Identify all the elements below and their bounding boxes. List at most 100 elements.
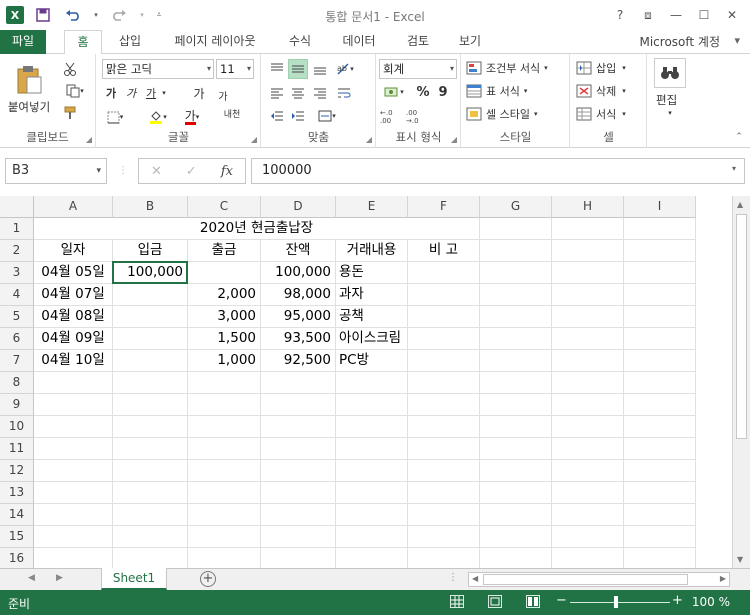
phonetic-guide-button[interactable]: 내천 (219, 104, 245, 126)
cell-f10[interactable] (408, 416, 480, 438)
cell-a4[interactable]: 04월 07일 (34, 284, 113, 306)
column-header-c[interactable]: C (188, 196, 261, 218)
cell-h3[interactable] (552, 262, 624, 284)
cut-button[interactable] (60, 60, 80, 78)
row-header-6[interactable]: 6 (0, 328, 34, 350)
cell-i2[interactable] (624, 240, 696, 262)
horizontal-scrollbar[interactable]: ◀ ▶ (468, 572, 730, 587)
cell-a8[interactable] (34, 372, 113, 394)
cell-c8[interactable] (188, 372, 261, 394)
font-name-combo[interactable]: 맑은 고딕 ▾ (102, 59, 214, 79)
expand-formula-bar-icon[interactable]: ▾ (732, 164, 736, 173)
clipboard-launcher-icon[interactable]: ◢ (86, 135, 92, 144)
row-header-7[interactable]: 7 (0, 350, 34, 372)
cell-d13[interactable] (261, 482, 336, 504)
row-header-5[interactable]: 5 (0, 306, 34, 328)
cell-c9[interactable] (188, 394, 261, 416)
cell-f7[interactable] (408, 350, 480, 372)
cell-f12[interactable] (408, 460, 480, 482)
cell-b4[interactable] (113, 284, 188, 306)
wrap-text-button[interactable] (334, 83, 354, 103)
number-format-combo[interactable]: 회계 ▾ (379, 59, 457, 79)
cell-f14[interactable] (408, 504, 480, 526)
cell-b10[interactable] (113, 416, 188, 438)
column-header-g[interactable]: G (480, 196, 552, 218)
column-header-d[interactable]: D (261, 196, 336, 218)
cell-h11[interactable] (552, 438, 624, 460)
align-top-button[interactable] (267, 59, 287, 79)
cell-g2[interactable] (480, 240, 552, 262)
align-center-button[interactable] (288, 83, 308, 103)
cell-h7[interactable] (552, 350, 624, 372)
cell-i7[interactable] (624, 350, 696, 372)
cell-g13[interactable] (480, 482, 552, 504)
cell-b12[interactable] (113, 460, 188, 482)
cell-e14[interactable] (336, 504, 408, 526)
cell-d6[interactable]: 93,500 (261, 328, 336, 350)
sheet-title-cell[interactable]: 2020년 현금출납장 (34, 218, 480, 240)
page-layout-view-button[interactable] (488, 595, 502, 608)
cell-b6[interactable] (113, 328, 188, 350)
zoom-out-button[interactable]: − (556, 593, 567, 608)
scroll-left-icon[interactable]: ◀ (472, 574, 478, 583)
cancel-formula-button[interactable]: ✕ (151, 164, 162, 179)
bold-button[interactable]: 가 (103, 84, 119, 102)
cell-c10[interactable] (188, 416, 261, 438)
paste-button[interactable]: 붙여넣기 (6, 60, 52, 120)
cell-d8[interactable] (261, 372, 336, 394)
copy-button[interactable]: ▾ (60, 82, 90, 100)
underline-dropdown[interactable]: ▾ (159, 84, 169, 102)
row-header-10[interactable]: 10 (0, 416, 34, 438)
font-color-button[interactable]: 가 ▾ (177, 108, 207, 126)
cell-d3[interactable]: 100,000 (261, 262, 336, 284)
cell-b2[interactable]: 입금 (113, 240, 188, 262)
column-header-a[interactable]: A (34, 196, 113, 218)
cell-h2[interactable] (552, 240, 624, 262)
cell-i3[interactable] (624, 262, 696, 284)
cell-g15[interactable] (480, 526, 552, 548)
cell-d15[interactable] (261, 526, 336, 548)
cell-c4[interactable]: 2,000 (188, 284, 261, 306)
page-break-view-button[interactable] (526, 595, 540, 608)
cell-e12[interactable] (336, 460, 408, 482)
cell-a15[interactable] (34, 526, 113, 548)
cell-a14[interactable] (34, 504, 113, 526)
column-header-f[interactable]: F (408, 196, 480, 218)
percent-style-button[interactable]: % (415, 83, 431, 101)
cell-i11[interactable] (624, 438, 696, 460)
cell-i8[interactable] (624, 372, 696, 394)
row-header-13[interactable]: 13 (0, 482, 34, 504)
cell-h10[interactable] (552, 416, 624, 438)
font-size-combo[interactable]: 11 ▾ (216, 59, 254, 79)
alignment-launcher-icon[interactable]: ◢ (366, 135, 372, 144)
cell-e13[interactable] (336, 482, 408, 504)
cell-styles-button[interactable]: 셀 스타일 ▾ (466, 104, 566, 124)
cell-c3[interactable] (188, 262, 261, 284)
cell-d9[interactable] (261, 394, 336, 416)
find-select-button[interactable] (654, 58, 686, 88)
cell-f11[interactable] (408, 438, 480, 460)
cell-a2[interactable]: 일자 (34, 240, 113, 262)
tab-home[interactable]: 홈 (64, 30, 102, 55)
cell-b3[interactable]: 100,000 (113, 262, 188, 284)
cell-b5[interactable] (113, 306, 188, 328)
cell-c11[interactable] (188, 438, 261, 460)
underline-button[interactable]: 가 (143, 84, 159, 102)
account-menu[interactable]: Microsoft 계정 (639, 33, 720, 50)
cell-g16[interactable] (480, 548, 552, 568)
row-header-12[interactable]: 12 (0, 460, 34, 482)
cell-g4[interactable] (480, 284, 552, 306)
cell-b11[interactable] (113, 438, 188, 460)
cell-g8[interactable] (480, 372, 552, 394)
cell-h1[interactable] (552, 218, 624, 240)
increase-indent-button[interactable] (288, 106, 308, 126)
tab-formulas[interactable]: 수식 (280, 30, 320, 54)
orientation-button[interactable]: ab ▾ (334, 59, 356, 79)
cell-h9[interactable] (552, 394, 624, 416)
cell-a16[interactable] (34, 548, 113, 568)
account-dropdown-icon[interactable]: ▾ (734, 34, 740, 47)
minimize-button[interactable]: — (662, 0, 690, 30)
row-header-8[interactable]: 8 (0, 372, 34, 394)
increase-decimal-button[interactable]: ←.0.00 (379, 106, 401, 126)
cell-h14[interactable] (552, 504, 624, 526)
